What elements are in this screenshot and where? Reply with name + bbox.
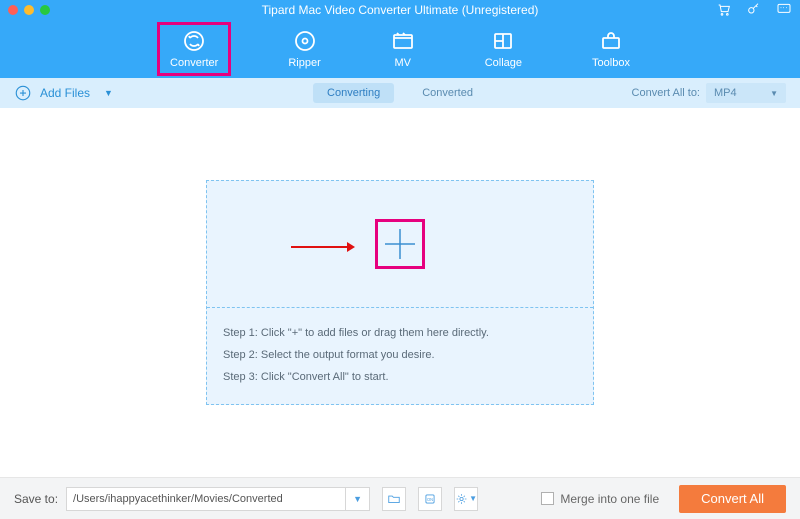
app-window: Tipard Mac Video Converter Ultimate (Unr…: [0, 0, 800, 519]
output-format-select[interactable]: MP4 ▼: [706, 83, 786, 103]
open-folder-button[interactable]: [382, 487, 406, 511]
nav-label: Converter: [170, 57, 218, 69]
chevron-down-icon[interactable]: ▼: [104, 88, 113, 98]
nav-label: Toolbox: [592, 57, 630, 69]
maximize-window-button[interactable]: [40, 5, 50, 15]
chevron-down-icon: ▼: [770, 89, 778, 98]
dropzone[interactable]: Step 1: Click "+" to add files or drag t…: [206, 180, 594, 405]
main-area: Step 1: Click "+" to add files or drag t…: [0, 108, 800, 477]
merge-checkbox[interactable]: [541, 492, 554, 505]
add-files-button[interactable]: Add Files ▼: [14, 84, 113, 102]
footer: Save to: /Users/ihappyacethinker/Movies/…: [0, 477, 800, 519]
feedback-icon[interactable]: [776, 1, 792, 20]
nav-ripper[interactable]: Ripper: [278, 25, 330, 73]
gpu-accel-button[interactable]: ON: [418, 487, 442, 511]
subbar: Add Files ▼ Converting Converted Convert…: [0, 78, 800, 108]
cart-icon[interactable]: [716, 1, 732, 20]
chevron-down-icon: ▼: [469, 494, 477, 503]
svg-text:ON: ON: [427, 496, 433, 501]
nav-toolbox[interactable]: Toolbox: [582, 25, 640, 73]
merge-option[interactable]: Merge into one file: [541, 492, 659, 506]
nav-label: MV: [394, 57, 411, 69]
nav-converter[interactable]: Converter: [160, 25, 228, 73]
step-1: Step 1: Click "+" to add files or drag t…: [223, 322, 577, 344]
step-3: Step 3: Click "Convert All" to start.: [223, 366, 577, 388]
output-path-field[interactable]: /Users/ihappyacethinker/Movies/Converted: [66, 487, 346, 511]
settings-button[interactable]: ▼: [454, 487, 478, 511]
instruction-steps: Step 1: Click "+" to add files or drag t…: [207, 308, 593, 404]
titlebar: Tipard Mac Video Converter Ultimate (Unr…: [0, 0, 800, 20]
merge-label: Merge into one file: [560, 492, 659, 506]
output-path-dropdown[interactable]: ▼: [346, 487, 370, 511]
nav-mv[interactable]: MV: [381, 25, 425, 73]
close-window-button[interactable]: [8, 5, 18, 15]
traffic-lights: [8, 5, 50, 15]
output-format-value: MP4: [714, 87, 737, 99]
status-tabs: Converting Converted: [313, 83, 487, 103]
step-2: Step 2: Select the output format you des…: [223, 344, 577, 366]
nav-label: Ripper: [288, 57, 320, 69]
tab-converting[interactable]: Converting: [313, 83, 394, 103]
minimize-window-button[interactable]: [24, 5, 34, 15]
key-icon[interactable]: [746, 1, 762, 20]
dropzone-top: [207, 181, 593, 307]
nav-label: Collage: [485, 57, 522, 69]
tab-converted[interactable]: Converted: [408, 83, 487, 103]
nav-collage[interactable]: Collage: [475, 25, 532, 73]
main-nav: Converter Ripper MV Collage Toolbox: [0, 20, 800, 78]
arrow-annotation: [291, 240, 355, 257]
convert-all-to-label: Convert All to:: [632, 87, 700, 99]
save-to-label: Save to:: [14, 492, 58, 506]
convert-all-button[interactable]: Convert All: [679, 485, 786, 513]
add-files-label: Add Files: [40, 86, 90, 100]
add-files-plus-button[interactable]: [375, 219, 425, 269]
app-title: Tipard Mac Video Converter Ultimate (Unr…: [0, 3, 800, 17]
